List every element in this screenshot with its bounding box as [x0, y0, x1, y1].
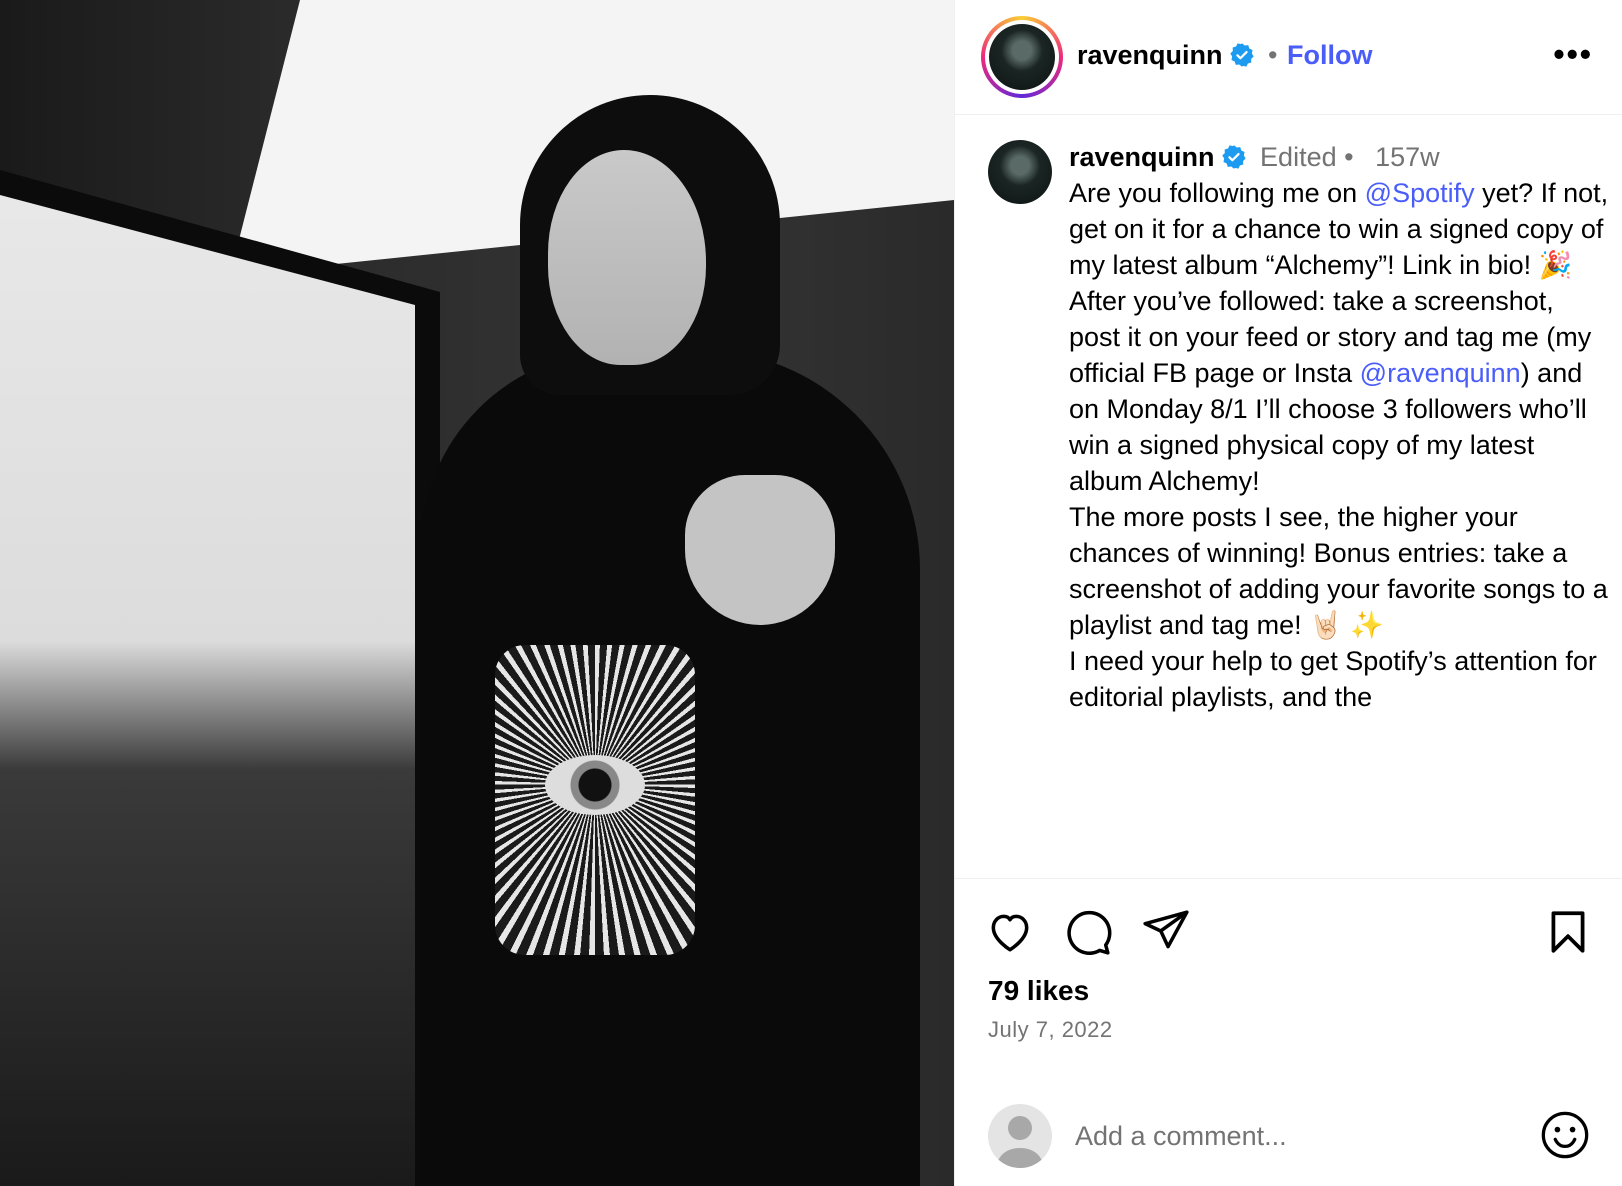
default-user-icon — [996, 1116, 1044, 1168]
caption-paragraph-3: The more posts I see, the higher your ch… — [1069, 502, 1608, 640]
likes-count[interactable]: 79 likes — [988, 975, 1089, 1007]
caption-paragraph-2: After you’ve followed: take a screenshot… — [1069, 286, 1592, 496]
caption-scroll[interactable]: ravenquinn Edited • 157w Are you followi… — [955, 115, 1622, 878]
avatar[interactable] — [989, 24, 1055, 90]
eye-graphic — [495, 645, 695, 955]
follow-button[interactable]: Follow — [1287, 40, 1372, 71]
caption: ravenquinn Edited • 157w Are you followi… — [1069, 139, 1609, 715]
caption-avatar[interactable] — [988, 140, 1052, 204]
heart-icon[interactable] — [985, 907, 1035, 957]
paper-plane-icon[interactable] — [1141, 907, 1191, 957]
caption-paragraph-4: I need your help to get Spotify’s attent… — [1069, 646, 1597, 712]
figure-hand — [685, 475, 835, 625]
mention-ravenquinn[interactable]: @ravenquinn — [1360, 358, 1521, 388]
verified-badge-icon — [1221, 145, 1246, 169]
mirror-glass — [0, 195, 415, 1186]
viewer-avatar — [988, 1104, 1052, 1168]
separator-dot: • — [1268, 40, 1278, 70]
post-sidebar: ravenquinn • Follow ••• ravenquinn Edite… — [954, 0, 1622, 1186]
edited-label: Edited • — [1260, 142, 1354, 172]
smiley-icon[interactable] — [1539, 1109, 1591, 1161]
bookmark-icon[interactable] — [1543, 907, 1593, 957]
speech-bubble-icon[interactable] — [1063, 907, 1113, 957]
post-date[interactable]: July 7, 2022 — [988, 1017, 1113, 1043]
caption-paragraph-1: Are you following me on @Spotify yet? If… — [1069, 178, 1609, 280]
story-ring[interactable] — [981, 16, 1063, 98]
verified-badge-icon — [1229, 43, 1254, 67]
caption-username[interactable]: ravenquinn — [1069, 142, 1215, 172]
mention-spotify[interactable]: @Spotify — [1365, 178, 1475, 208]
post-header: ravenquinn • Follow ••• — [955, 0, 1622, 115]
post-photo[interactable] — [0, 0, 954, 1186]
comment-input[interactable] — [1075, 1113, 1515, 1159]
more-options-button[interactable]: ••• — [1553, 36, 1593, 73]
figure-face — [548, 150, 706, 365]
comment-bar — [955, 1095, 1622, 1186]
header-username[interactable]: ravenquinn — [1077, 40, 1255, 71]
post-age[interactable]: 157w — [1375, 142, 1440, 172]
